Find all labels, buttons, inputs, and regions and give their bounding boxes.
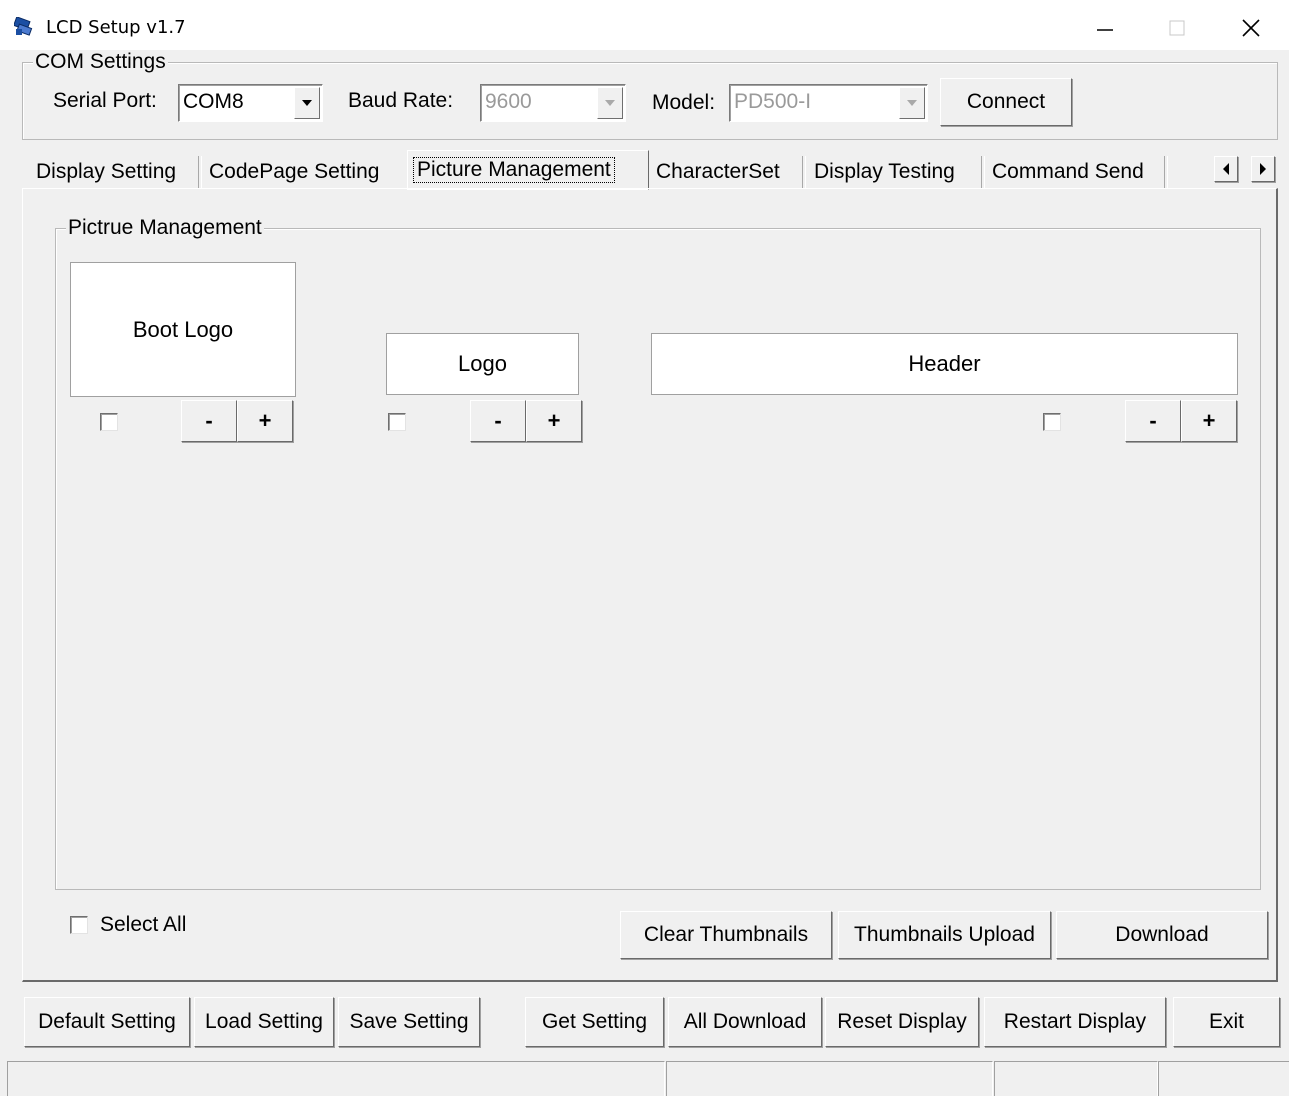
baud-rate-select: 9600 <box>480 84 626 122</box>
restart-display-button[interactable]: Restart Display <box>984 997 1166 1047</box>
tab-scroll-left-button[interactable] <box>1214 156 1238 182</box>
model-select: PD500-I <box>729 84 928 122</box>
header-checkbox[interactable] <box>1043 413 1061 431</box>
reset-display-button[interactable]: Reset Display <box>825 997 979 1047</box>
tab-separator <box>198 156 202 188</box>
picture-management-legend: Pictrue Management <box>66 216 264 240</box>
tab-separator <box>981 156 985 188</box>
status-pane <box>994 1061 1158 1096</box>
boot-logo-plus-button[interactable]: + <box>237 400 293 442</box>
status-bar <box>0 1057 1289 1096</box>
tab-characterset[interactable]: CharacterSet <box>650 154 786 190</box>
lcd-app-icon <box>13 16 34 37</box>
baud-rate-value: 9600 <box>485 90 532 113</box>
maximize-button[interactable] <box>1148 8 1206 48</box>
close-icon <box>1242 19 1260 37</box>
save-setting-button[interactable]: Save Setting <box>338 997 480 1047</box>
tab-separator <box>1164 156 1168 188</box>
header-minus-button[interactable]: - <box>1125 400 1181 442</box>
arrow-right-icon <box>1260 163 1266 175</box>
chevron-down-icon <box>899 87 925 119</box>
tab-picture-management[interactable]: Picture Management <box>407 150 649 190</box>
tab-separator <box>802 156 806 188</box>
tab-display-setting[interactable]: Display Setting <box>30 154 182 190</box>
baud-rate-label: Baud Rate: <box>348 89 454 112</box>
logo-checkbox[interactable] <box>388 413 406 431</box>
default-setting-button[interactable]: Default Setting <box>24 997 190 1047</box>
select-all-label[interactable]: Select All <box>100 913 186 937</box>
exit-button[interactable]: Exit <box>1173 997 1280 1047</box>
close-button[interactable] <box>1222 8 1280 48</box>
thumbnails-upload-button[interactable]: Thumbnails Upload <box>838 911 1051 959</box>
logo-thumbnail[interactable]: Logo <box>386 333 579 395</box>
header-plus-button[interactable]: + <box>1181 400 1237 442</box>
logo-minus-button[interactable]: - <box>470 400 526 442</box>
tab-picture-management-label: Picture Management <box>413 157 615 183</box>
model-value: PD500-I <box>734 90 812 113</box>
boot-logo-thumbnail[interactable]: Boot Logo <box>70 262 296 397</box>
serial-port-value: COM8 <box>183 90 244 113</box>
chevron-down-icon[interactable] <box>294 87 320 119</box>
boot-logo-minus-button[interactable]: - <box>181 400 237 442</box>
select-all-checkbox[interactable] <box>70 916 88 934</box>
chevron-down-icon <box>597 87 623 119</box>
status-pane <box>666 1061 993 1096</box>
header-thumbnail[interactable]: Header <box>651 333 1238 395</box>
status-pane <box>1158 1061 1289 1096</box>
load-setting-button[interactable]: Load Setting <box>194 997 334 1047</box>
title-bar: LCD Setup v1.7 <box>0 0 1289 50</box>
model-label: Model: <box>652 91 716 114</box>
serial-port-label: Serial Port: <box>53 89 157 112</box>
connect-button[interactable]: Connect <box>940 78 1072 126</box>
tab-scroll-right-button[interactable] <box>1251 156 1275 182</box>
clear-thumbnails-button[interactable]: Clear Thumbnails <box>620 911 832 959</box>
tab-command-send[interactable]: Command Send <box>986 154 1150 190</box>
minimize-button[interactable] <box>1076 8 1134 48</box>
status-pane <box>7 1061 665 1096</box>
get-setting-button[interactable]: Get Setting <box>525 997 664 1047</box>
tab-codepage-setting[interactable]: CodePage Setting <box>203 154 385 190</box>
com-settings-legend: COM Settings <box>33 50 168 74</box>
serial-port-select[interactable]: COM8 <box>178 84 323 122</box>
logo-plus-button[interactable]: + <box>526 400 582 442</box>
tab-display-testing[interactable]: Display Testing <box>808 154 961 190</box>
arrow-left-icon <box>1223 163 1229 175</box>
boot-logo-checkbox[interactable] <box>100 413 118 431</box>
window-title: LCD Setup v1.7 <box>46 17 186 38</box>
all-download-button[interactable]: All Download <box>668 997 822 1047</box>
download-button[interactable]: Download <box>1056 911 1268 959</box>
